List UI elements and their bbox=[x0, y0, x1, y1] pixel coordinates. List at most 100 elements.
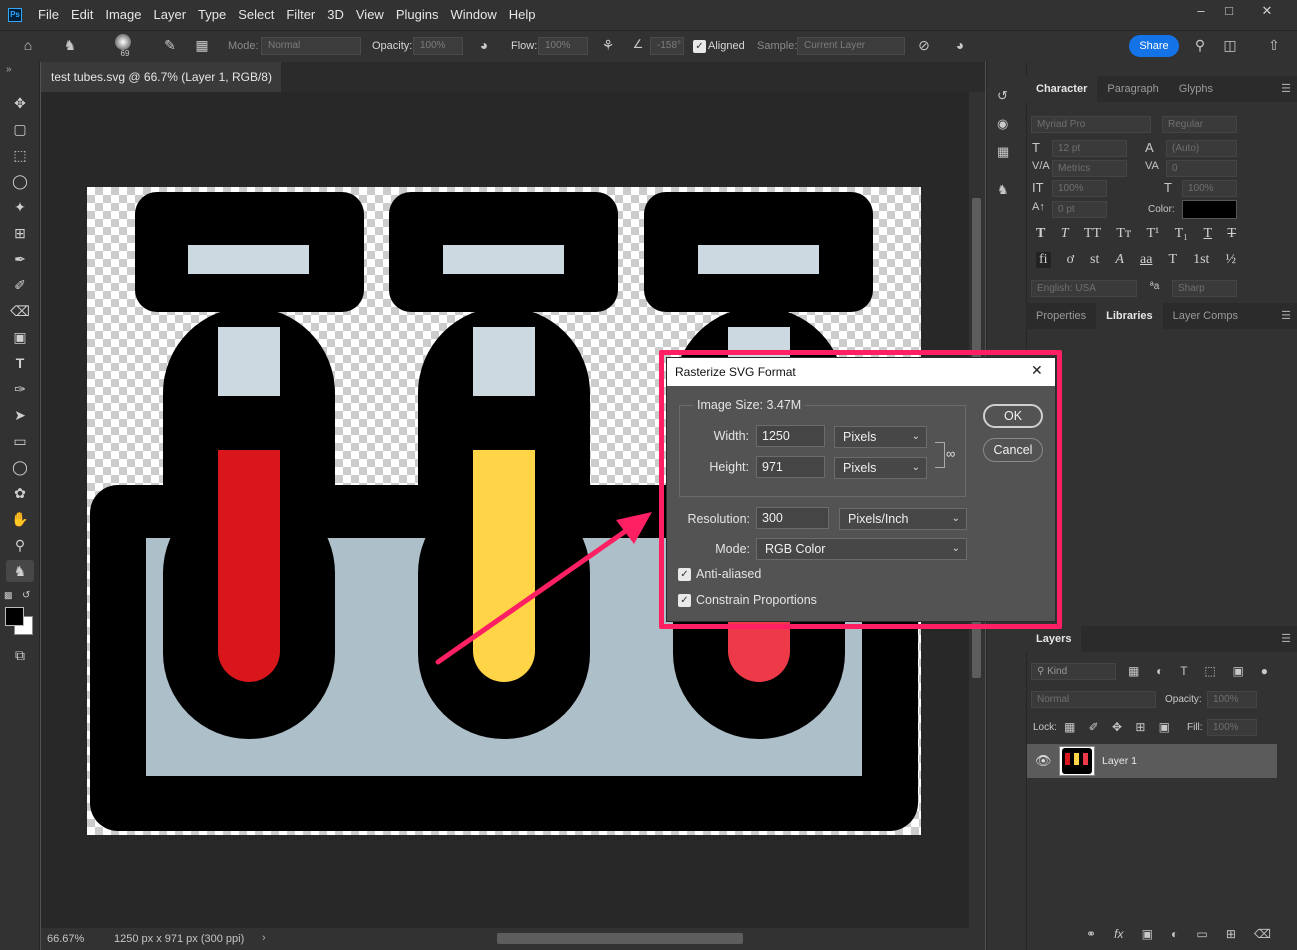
document-tab[interactable]: test tubes.svg @ 66.7% (Layer 1, RGB/8) … bbox=[41, 62, 281, 114]
menu-view[interactable]: View bbox=[350, 0, 390, 30]
layer-name[interactable]: Layer 1 bbox=[1102, 755, 1137, 767]
titling-alternates-button[interactable]: T bbox=[1168, 252, 1177, 268]
tab-layer-comps[interactable]: Layer Comps bbox=[1163, 303, 1248, 329]
layer-filter-select[interactable]: ⚲ Kind bbox=[1031, 663, 1116, 680]
ignore-adjustment-layers-icon[interactable]: ⊘ bbox=[914, 37, 934, 54]
magic-wand-tool-icon[interactable]: ✦ bbox=[6, 196, 34, 218]
font-style-select[interactable]: Regular bbox=[1162, 116, 1237, 133]
visibility-eye-icon[interactable]: 👁 bbox=[1035, 753, 1052, 769]
filter-shape-icon[interactable]: ⬚ bbox=[1204, 664, 1215, 678]
history-panel-icon[interactable]: ↺ bbox=[997, 88, 1008, 104]
horizontal-scale-field[interactable]: 100% bbox=[1182, 180, 1237, 197]
faux-italic-button[interactable]: T bbox=[1061, 226, 1069, 242]
lock-transparent-icon[interactable]: ▦ bbox=[1064, 720, 1075, 734]
rectangle-tool-icon[interactable]: ▭ bbox=[6, 430, 34, 452]
menu-window[interactable]: Window bbox=[444, 0, 502, 30]
kerning-field[interactable]: Metrics bbox=[1052, 160, 1127, 177]
tab-glyphs[interactable]: Glyphs bbox=[1169, 76, 1223, 102]
ordinals-button[interactable]: 1st bbox=[1193, 252, 1209, 268]
lock-image-icon[interactable]: ✐ bbox=[1089, 720, 1099, 734]
default-colors-icon[interactable]: ▩ bbox=[4, 590, 13, 601]
ellipse-tool-icon[interactable]: ◯ bbox=[6, 456, 34, 478]
new-group-icon[interactable]: ▭ bbox=[1196, 927, 1207, 941]
brush-preview-icon[interactable] bbox=[115, 34, 131, 50]
screen-mode-icon[interactable]: ⧉ bbox=[6, 644, 34, 666]
clone-stamp-preset-icon[interactable]: ♞ bbox=[60, 37, 80, 54]
flow-field[interactable]: 100% bbox=[538, 37, 588, 55]
swap-colors-icon[interactable]: ↺ bbox=[22, 590, 30, 601]
layer-opacity-field[interactable]: 100% bbox=[1207, 691, 1257, 708]
path-selection-tool-icon[interactable]: ➤ bbox=[6, 404, 34, 426]
filter-type-icon[interactable]: T bbox=[1180, 664, 1187, 678]
eraser-tool-icon[interactable]: ⌫ bbox=[6, 300, 34, 322]
foreground-color-swatch[interactable] bbox=[5, 607, 24, 626]
home-icon[interactable]: ⌂ bbox=[18, 37, 38, 53]
underline-button[interactable]: T bbox=[1203, 226, 1212, 242]
mode-select[interactable]: Normal bbox=[261, 37, 361, 55]
custom-shape-tool-icon[interactable]: ✿ bbox=[6, 482, 34, 504]
artboard-tool-icon[interactable]: ▢ bbox=[6, 118, 34, 140]
new-layer-icon[interactable]: ⊞ bbox=[1226, 927, 1236, 941]
faux-bold-button[interactable]: T bbox=[1036, 226, 1045, 242]
filter-adjustment-icon[interactable]: ◐ bbox=[1156, 664, 1163, 678]
gradient-tool-icon[interactable]: ▣ bbox=[6, 326, 34, 348]
adjustment-layer-icon[interactable]: ◐ bbox=[1171, 927, 1178, 941]
lock-all-icon[interactable]: ▣ bbox=[1159, 720, 1170, 734]
text-color-swatch[interactable] bbox=[1182, 200, 1237, 219]
patterns-panel-icon[interactable]: ▦ bbox=[997, 144, 1009, 160]
strikethrough-button[interactable]: T bbox=[1227, 226, 1236, 242]
add-mask-icon[interactable]: ▣ bbox=[1142, 927, 1153, 941]
workspace-icon[interactable]: ◫ bbox=[1220, 37, 1240, 54]
eyedropper-tool-icon[interactable]: ✒ bbox=[6, 248, 34, 270]
maximize-button[interactable]: □ bbox=[1211, 0, 1247, 22]
fill-field[interactable]: 100% bbox=[1207, 719, 1257, 736]
stylistic-alternates-button[interactable]: aa bbox=[1140, 252, 1152, 268]
clone-source-icon[interactable]: ▦ bbox=[192, 37, 212, 54]
swash-button[interactable]: A bbox=[1115, 252, 1124, 268]
share-button[interactable]: Share bbox=[1129, 35, 1179, 57]
search-icon[interactable]: ⚲ bbox=[1190, 37, 1210, 54]
panel-menu-icon[interactable]: ☰ bbox=[1281, 76, 1291, 102]
type-tool-icon[interactable]: T bbox=[6, 352, 34, 374]
sample-select[interactable]: Current Layer bbox=[797, 37, 905, 55]
baseline-shift-field[interactable]: 0 pt bbox=[1052, 201, 1107, 218]
pressure-size-icon[interactable]: ◕ bbox=[950, 37, 970, 53]
close-window-button[interactable]: ✕ bbox=[1249, 0, 1285, 22]
delete-layer-icon[interactable]: ⌫ bbox=[1254, 927, 1271, 941]
lock-position-icon[interactable]: ✥ bbox=[1112, 720, 1122, 734]
lock-artboard-icon[interactable]: ⊞ bbox=[1135, 720, 1145, 734]
vertical-scale-field[interactable]: 100% bbox=[1052, 180, 1107, 197]
tab-properties[interactable]: Properties bbox=[1026, 303, 1096, 329]
horizontal-scroll-thumb[interactable] bbox=[497, 933, 743, 944]
tracking-field[interactable]: 0 bbox=[1166, 160, 1237, 177]
zoom-level[interactable]: 66.67% bbox=[47, 933, 84, 945]
filter-pixel-icon[interactable]: ▦ bbox=[1128, 664, 1139, 678]
menu-image[interactable]: Image bbox=[99, 0, 147, 30]
all-caps-button[interactable]: TT bbox=[1084, 226, 1101, 242]
clone-source-panel-icon[interactable]: ♞ bbox=[997, 182, 1009, 198]
brush-settings-icon[interactable]: ✎ bbox=[160, 37, 180, 54]
menu-file[interactable]: File bbox=[32, 0, 65, 30]
export-icon[interactable]: ⇧ bbox=[1264, 37, 1284, 54]
layer-row[interactable]: 👁 Layer 1 bbox=[1027, 744, 1277, 778]
blend-mode-select[interactable]: Normal bbox=[1031, 691, 1156, 708]
ligatures-button[interactable]: fi bbox=[1036, 252, 1051, 268]
link-layers-icon[interactable]: ⚭ bbox=[1086, 927, 1096, 941]
collapse-tools-icon[interactable]: » bbox=[6, 64, 12, 75]
aligned-checkbox[interactable]: ✓ bbox=[693, 40, 706, 53]
tab-layers[interactable]: Layers bbox=[1026, 626, 1082, 652]
swatches-panel-icon[interactable]: ◉ bbox=[997, 116, 1008, 132]
filter-smart-object-icon[interactable]: ▣ bbox=[1233, 664, 1244, 678]
library-panel-menu-icon[interactable]: ☰ bbox=[1281, 303, 1291, 329]
lasso-tool-icon[interactable]: ◯ bbox=[6, 170, 34, 192]
brush-tool-icon[interactable]: ✐ bbox=[6, 274, 34, 296]
font-size-field[interactable]: 12 pt bbox=[1052, 140, 1127, 157]
menu-layer[interactable]: Layer bbox=[148, 0, 193, 30]
menu-type[interactable]: Type bbox=[192, 0, 232, 30]
marquee-tool-icon[interactable]: ⬚ bbox=[6, 144, 34, 166]
clone-stamp-tool-icon[interactable]: ♞ bbox=[6, 560, 34, 582]
old-style-button[interactable]: ơ bbox=[1067, 252, 1074, 268]
menu-select[interactable]: Select bbox=[232, 0, 280, 30]
superscript-button[interactable]: T¹ bbox=[1146, 226, 1159, 242]
filter-toggle-icon[interactable]: ● bbox=[1261, 664, 1268, 678]
